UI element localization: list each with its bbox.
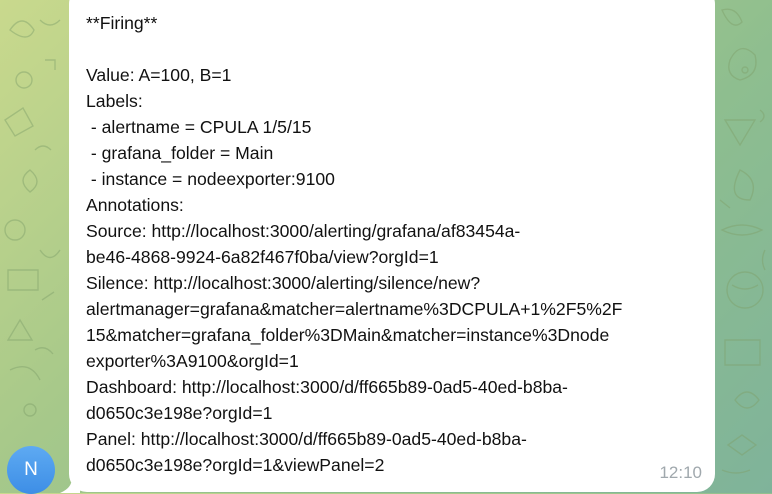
message-line: alertmanager=grafana&matcher=alertname%3… [86, 299, 623, 319]
message-line: Labels: [86, 91, 143, 111]
sender-avatar[interactable]: N [7, 446, 55, 494]
message-line: Dashboard: http://localhost:3000/d/ff665… [86, 377, 568, 397]
message-bubble-tail [60, 478, 80, 493]
message-line: Value: A=100, B=1 [86, 65, 232, 85]
message-text: **Firing** Value: A=100, B=1 Labels: - a… [86, 10, 706, 478]
message-timestamp: 12:10 [659, 463, 702, 482]
message-line: 15&matcher=grafana_folder%3DMain&matcher… [86, 325, 610, 345]
message-line [86, 36, 706, 62]
message-line: d0650c3e198e?orgId=1 [86, 403, 273, 423]
message-line: d0650c3e198e?orgId=1&viewPanel=2 [86, 455, 385, 475]
message-line: be46-4868-9924-6a82f467f0ba/view?orgId=1 [86, 247, 439, 267]
message-line: exporter%3A9100&orgId=1 [86, 351, 299, 371]
message-line: Silence: http://localhost:3000/alerting/… [86, 273, 481, 293]
message-line: Source: http://localhost:3000/alerting/g… [86, 221, 521, 241]
message-line: Panel: http://localhost:3000/d/ff665b89-… [86, 429, 527, 449]
message-line: - grafana_folder = Main [86, 143, 274, 163]
message-line: **Firing** [86, 13, 158, 33]
message-line: - instance = nodeexporter:9100 [86, 169, 335, 189]
message-line: Annotations: [86, 195, 184, 215]
message-line: - alertname = CPULA 1/5/15 [86, 117, 312, 137]
